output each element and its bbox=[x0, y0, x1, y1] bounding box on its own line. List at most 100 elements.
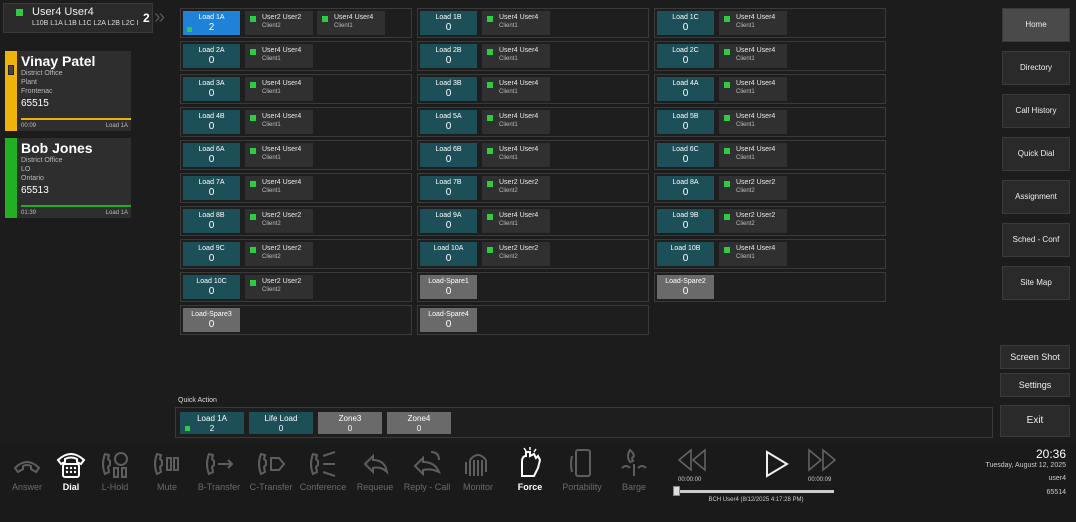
rewind-icon[interactable] bbox=[676, 448, 708, 477]
user-chip[interactable]: User2 User2 Client2 bbox=[719, 209, 787, 233]
screen-shot-button[interactable]: Screen Shot bbox=[1000, 345, 1070, 369]
user-chip-name: User4 User4 bbox=[736, 47, 776, 54]
c-transfer-button[interactable]: C-Transfer bbox=[246, 446, 296, 498]
user-chip[interactable]: User4 User4 Client1 bbox=[719, 110, 787, 134]
load-button[interactable]: Load 5A 0 bbox=[420, 110, 477, 134]
load-button[interactable]: Load-Spare2 0 bbox=[657, 275, 714, 299]
barge-button[interactable]: Barge bbox=[609, 446, 659, 498]
conference-button[interactable]: Conference bbox=[298, 446, 348, 498]
user-chip[interactable]: User4 User4 Client1 bbox=[245, 44, 313, 68]
load-button[interactable]: Load 7B 0 bbox=[420, 176, 477, 200]
load-button[interactable]: Load 1C 0 bbox=[657, 11, 714, 35]
nav-call-history-button[interactable]: Call History bbox=[1002, 94, 1070, 128]
load-button[interactable]: Load 9A 0 bbox=[420, 209, 477, 233]
load-button[interactable]: Load 6C 0 bbox=[657, 143, 714, 167]
play-icon[interactable] bbox=[764, 450, 790, 483]
user-chip[interactable]: User4 User4 Client1 bbox=[245, 143, 313, 167]
user-chip[interactable]: User2 User2 Client2 bbox=[719, 176, 787, 200]
load-button[interactable]: Load 9C 0 bbox=[183, 242, 240, 266]
load-button[interactable]: Load 3B 0 bbox=[420, 77, 477, 101]
user-chip[interactable]: User4 User4 Client1 bbox=[719, 242, 787, 266]
caller-card[interactable]: Vinay Patel District Office Plant Frontenac… bbox=[5, 51, 131, 131]
user-chip[interactable]: User4 User4 Client1 bbox=[317, 11, 385, 35]
user-chip[interactable]: User4 User4 Client1 bbox=[482, 11, 550, 35]
user-chip[interactable]: User2 User2 Client2 bbox=[245, 275, 313, 299]
load-button[interactable]: Load 1B 0 bbox=[420, 11, 477, 35]
load-button[interactable]: Load 8B 0 bbox=[183, 209, 240, 233]
load-button[interactable]: Load 6B 0 bbox=[420, 143, 477, 167]
force-button[interactable]: Force bbox=[505, 446, 555, 498]
user-chip-name: User2 User2 bbox=[736, 212, 776, 219]
user-chip[interactable]: User4 User4 Client1 bbox=[482, 44, 550, 68]
nav-home-button[interactable]: Home bbox=[1002, 8, 1070, 42]
caller-card[interactable]: Bob Jones District Office LO Ontario 65513 01… bbox=[5, 138, 131, 218]
load-button[interactable]: Load 2A 0 bbox=[183, 44, 240, 68]
load-button[interactable]: Load 4A 0 bbox=[657, 77, 714, 101]
playback-track[interactable] bbox=[676, 490, 834, 493]
user-chip[interactable]: User4 User4 Client1 bbox=[719, 44, 787, 68]
user-chip[interactable]: User4 User4 Client1 bbox=[245, 77, 313, 101]
settings-button[interactable]: Settings bbox=[1000, 373, 1070, 397]
fast-forward-icon[interactable] bbox=[806, 448, 838, 477]
load-button[interactable]: Load 3A 0 bbox=[183, 77, 240, 101]
load-count: 0 bbox=[445, 88, 452, 99]
user-chip[interactable]: User4 User4 Client1 bbox=[719, 11, 787, 35]
online-status-icon bbox=[724, 181, 730, 187]
quick-action-button[interactable]: Load 1A 2 bbox=[180, 412, 244, 434]
load-button[interactable]: Load 2C 0 bbox=[657, 44, 714, 68]
nav-site-map-button[interactable]: Site Map bbox=[1002, 266, 1070, 300]
chevron-right-icon[interactable]: » bbox=[154, 7, 165, 27]
load-button[interactable]: Load 10B 0 bbox=[657, 242, 714, 266]
load-button[interactable]: Load 5B 0 bbox=[657, 110, 714, 134]
load-button[interactable]: Load 8A 0 bbox=[657, 176, 714, 200]
monitor-button[interactable]: Monitor bbox=[453, 446, 503, 498]
load-button[interactable]: Load-Spare1 0 bbox=[420, 275, 477, 299]
load-button[interactable]: Load 2B 0 bbox=[420, 44, 477, 68]
user-chip[interactable]: User4 User4 Client1 bbox=[245, 110, 313, 134]
requeue-button[interactable]: Requeue bbox=[350, 446, 400, 498]
nav-assignment-button[interactable]: Assignment bbox=[1002, 180, 1070, 214]
load-button[interactable]: Load 1A 2 bbox=[183, 11, 240, 35]
online-status-icon bbox=[322, 16, 328, 22]
portability-icon bbox=[557, 446, 607, 480]
answer-button[interactable]: Answer bbox=[2, 446, 52, 498]
current-user-panel[interactable]: User4 User4 L10B L1A L1B L1C L2A L2B L2C … bbox=[3, 3, 153, 33]
user-chip[interactable]: User4 User4 Client1 bbox=[245, 176, 313, 200]
nav-sched-conf-button[interactable]: Sched - Conf bbox=[1002, 223, 1070, 257]
load-cell: Load 8A 0 User2 User2 Client2 bbox=[654, 173, 886, 203]
dial-button[interactable]: Dial bbox=[46, 446, 96, 498]
user-chip[interactable]: User4 User4 Client1 bbox=[719, 143, 787, 167]
mute-button[interactable]: Mute bbox=[142, 446, 192, 498]
b-transfer-button[interactable]: B-Transfer bbox=[194, 446, 244, 498]
load-button[interactable]: Load-Spare3 0 bbox=[183, 308, 240, 332]
load-button[interactable]: Load 10A 0 bbox=[420, 242, 477, 266]
reply-call-button[interactable]: Reply - Call bbox=[402, 446, 452, 498]
user-chip[interactable]: User2 User2 Client2 bbox=[245, 209, 313, 233]
load-button[interactable]: Load 6A 0 bbox=[183, 143, 240, 167]
quick-action-button[interactable]: Zone4 0 bbox=[387, 412, 451, 434]
load-button[interactable]: Load 7A 0 bbox=[183, 176, 240, 200]
portability-button[interactable]: Portability bbox=[557, 446, 607, 498]
nav-quick-dial-button[interactable]: Quick Dial bbox=[1002, 137, 1070, 171]
user-chip[interactable]: User2 User2 Client2 bbox=[482, 242, 550, 266]
user-chip[interactable]: User4 User4 Client1 bbox=[482, 143, 550, 167]
playback-slider-handle[interactable] bbox=[673, 486, 680, 496]
quick-action-button[interactable]: Life Load 0 bbox=[249, 412, 313, 434]
user-chip[interactable]: User4 User4 Client1 bbox=[719, 77, 787, 101]
load-button[interactable]: Load 10C 0 bbox=[183, 275, 240, 299]
load-button[interactable]: Load 4B 0 bbox=[183, 110, 240, 134]
load-button[interactable]: Load-Spare4 0 bbox=[420, 308, 477, 332]
user-chip[interactable]: User2 User2 Client2 bbox=[482, 176, 550, 200]
quick-action-button[interactable]: Zone3 0 bbox=[318, 412, 382, 434]
user-chip[interactable]: User4 User4 Client1 bbox=[482, 77, 550, 101]
l-hold-button[interactable]: L-Hold bbox=[90, 446, 140, 498]
user-chip[interactable]: User2 User2 Client2 bbox=[245, 242, 313, 266]
nav-directory-button[interactable]: Directory bbox=[1002, 51, 1070, 85]
user-chip[interactable]: User2 User2 Client2 bbox=[245, 11, 313, 35]
toolbar-label: Reply - Call bbox=[403, 482, 451, 492]
load-button[interactable]: Load 9B 0 bbox=[657, 209, 714, 233]
user-chip[interactable]: User4 User4 Client1 bbox=[482, 209, 550, 233]
load-count: 0 bbox=[445, 154, 452, 165]
user-chip[interactable]: User4 User4 Client1 bbox=[482, 110, 550, 134]
exit-button[interactable]: Exit bbox=[1000, 405, 1070, 437]
